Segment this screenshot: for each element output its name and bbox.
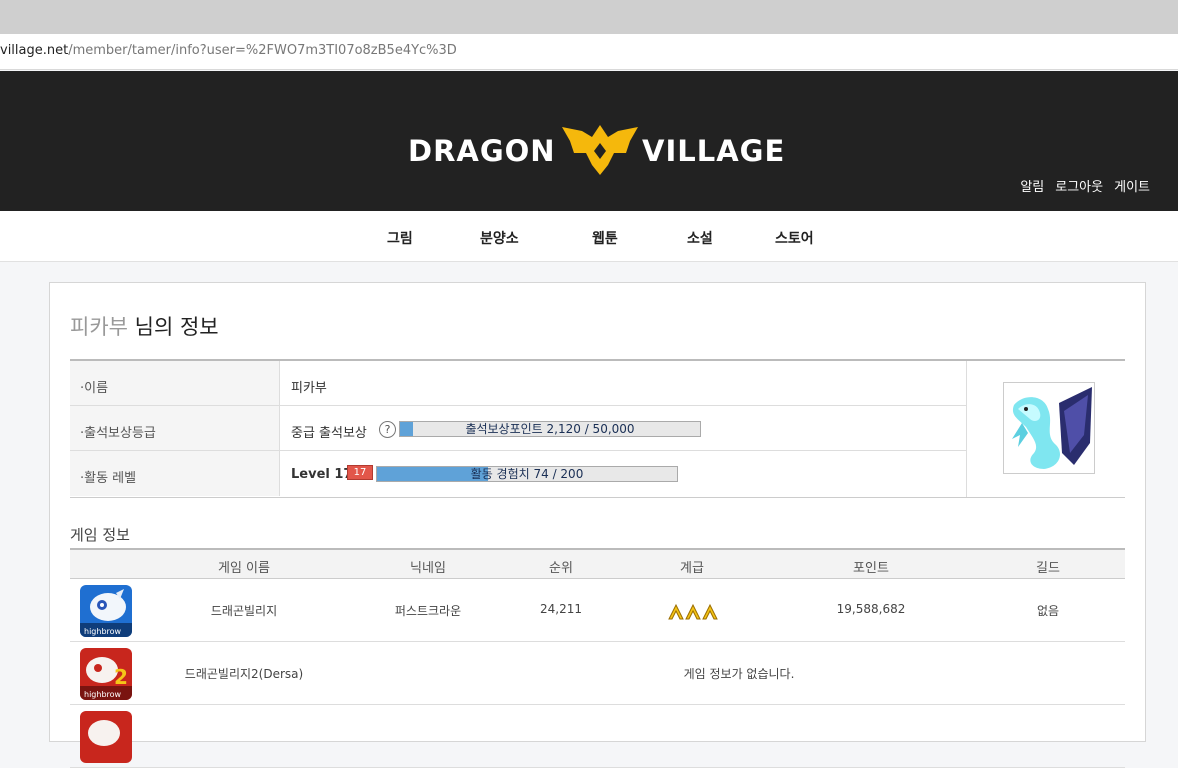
activity-progress-bar: 활동 경험치 74 / 200 — [376, 466, 678, 482]
nav-item-store[interactable]: 스토어 — [775, 228, 814, 248]
help-icon[interactable]: ? — [379, 421, 396, 438]
logo-word-dragon: DRAGON — [408, 134, 556, 168]
nav-item-drawing[interactable]: 그림 — [387, 228, 413, 248]
name-label: ·이름 — [70, 361, 280, 405]
game-row: 2 highbrow 드래곤빌리지2(Dersa) 게임 정보가 없습니다. — [70, 642, 1125, 705]
name-value: 피카부 — [291, 381, 327, 396]
page-title: 피카부 님의 정보 — [70, 311, 219, 341]
logout-link[interactable]: 로그아웃 — [1055, 176, 1103, 195]
url-host: village.net — [0, 43, 69, 58]
notification-link[interactable]: 알림 — [1020, 176, 1044, 195]
game-nickname: 퍼스트크라운 — [394, 604, 462, 618]
profile-info-table: ·이름 피카부 ·출석보상등급 중급 출석보상 ? 출석보상포인트 2,120 … — [70, 359, 1125, 498]
th-guild: 길드 — [1036, 561, 1060, 576]
activity-level: Level 17 — [291, 467, 353, 482]
browser-address-bar[interactable]: village.net/member/tamer/info?user=%2FWO… — [0, 34, 1178, 70]
game-name: 드래곤빌리지2(Dersa) — [184, 667, 304, 681]
game-rank: 24,211 — [540, 602, 582, 616]
th-rank: 순위 — [549, 561, 573, 576]
attendance-label: ·출석보상등급 — [70, 406, 280, 450]
attendance-progress-bar: 출석보상포인트 2,120 / 50,000 — [399, 421, 701, 437]
dragon-avatar[interactable] — [1003, 382, 1095, 474]
gold-chevrons-icon — [667, 601, 719, 625]
game-name: 드래곤빌리지 — [210, 604, 278, 618]
activity-progress-text: 활동 경험치 74 / 200 — [470, 467, 584, 481]
svg-text:highbrow: highbrow — [84, 627, 122, 636]
th-game-name: 게임 이름 — [218, 561, 270, 576]
svg-text:2: 2 — [114, 665, 128, 689]
th-nickname: 닉네임 — [410, 561, 446, 576]
dragon-village-logo[interactable]: DRAGON VILLAGE — [408, 120, 788, 180]
url-path: /member/tamer/info?user=%2FWO7m3TI07o8zB… — [68, 43, 457, 58]
header-links: 알림 로그아웃 게이트 — [1020, 176, 1150, 195]
no-game-info-message: 게임 정보가 없습니다. — [683, 667, 795, 681]
browser-tab-strip — [0, 0, 1178, 34]
main-nav: 그림 분양소 웹툰 소설 스토어 — [0, 211, 1178, 262]
gate-link[interactable]: 게이트 — [1114, 176, 1150, 195]
attendance-grade: 중급 출석보상 — [291, 426, 367, 441]
dragon-emblem-icon — [562, 125, 638, 175]
th-points: 포인트 — [853, 561, 889, 576]
dragon-village-2-icon: 2 highbrow — [80, 648, 132, 700]
nav-item-webtoon[interactable]: 웹툰 — [592, 228, 618, 248]
level-badge: 17 — [347, 465, 373, 480]
avatar-cell — [966, 361, 1126, 497]
game-table-header: 게임 이름 닉네임 순위 계급 포인트 길드 — [70, 548, 1125, 579]
attendance-progress-text: 출석보상포인트 2,120 / 50,000 — [465, 422, 635, 436]
nav-item-novel[interactable]: 소설 — [687, 228, 713, 248]
activity-label: ·활동 레벨 — [70, 451, 280, 496]
nav-item-adoption[interactable]: 분양소 — [480, 228, 519, 248]
game-row — [70, 705, 1125, 768]
dragon-avatar-icon — [1012, 387, 1092, 469]
game-guild: 없음 — [1036, 604, 1060, 618]
url-text[interactable]: village.net/member/tamer/info?user=%2FWO… — [0, 43, 457, 58]
th-grade: 계급 — [680, 561, 704, 576]
dragon-village-1-icon: highbrow — [80, 585, 132, 637]
title-suffix: 님의 정보 — [127, 315, 219, 339]
svg-text:highbrow: highbrow — [84, 690, 122, 699]
title-nickname: 피카부 — [70, 315, 128, 339]
tamer-info-card: 피카부 님의 정보 ·이름 피카부 ·출석보상등급 중급 출석보상 ? 출석보상… — [49, 282, 1146, 768]
game-info-title: 게임 정보 — [70, 526, 130, 544]
info-row-name: ·이름 피카부 — [70, 361, 966, 406]
logo-word-village: VILLAGE — [642, 134, 786, 168]
game-row: highbrow 드래곤빌리지 퍼스트크라운 24,211 19,588,682… — [70, 579, 1125, 642]
dragon-village-3-icon — [80, 711, 132, 763]
game-points: 19,588,682 — [836, 602, 906, 616]
